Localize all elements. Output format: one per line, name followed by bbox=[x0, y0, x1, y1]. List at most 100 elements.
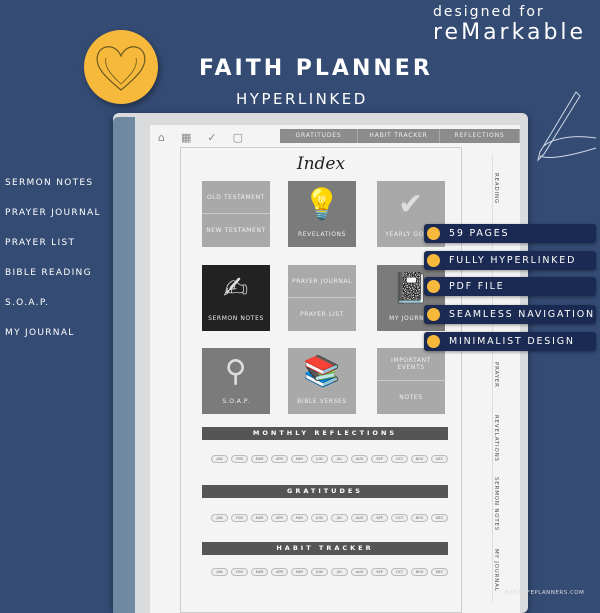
side-tab[interactable]: MY JOURNAL bbox=[492, 537, 499, 603]
feature-text: MINIMALIST DESIGN bbox=[449, 336, 575, 347]
writing-hand-icon bbox=[537, 91, 597, 162]
month-button[interactable]: MAR bbox=[251, 455, 268, 463]
side-tab[interactable]: READING bbox=[492, 155, 499, 221]
side-tab[interactable]: REVELATIONS bbox=[492, 405, 499, 471]
link-prayer-list[interactable]: PRAYER LIST bbox=[288, 298, 356, 331]
tab-reflections[interactable]: REFLECTIONS bbox=[440, 129, 520, 143]
month-button[interactable]: MAY bbox=[291, 455, 308, 463]
nav-item: BIBLE READING bbox=[5, 268, 92, 278]
link-notes[interactable]: NOTES bbox=[377, 381, 445, 414]
month-button[interactable]: DEC bbox=[431, 455, 448, 463]
month-button[interactable]: JAN bbox=[211, 514, 228, 522]
bullet-icon bbox=[427, 335, 440, 348]
feature-text: PDF FILE bbox=[449, 281, 505, 292]
index-page: Index OLD TESTAMENT NEW TESTAMENT 💡 REVE… bbox=[180, 147, 462, 613]
month-button[interactable]: DEC bbox=[431, 514, 448, 522]
side-tab[interactable]: SERMON NOTES bbox=[492, 471, 499, 537]
nav-item: PRAYER LIST bbox=[5, 238, 76, 248]
month-button[interactable]: JUL bbox=[331, 455, 348, 463]
months-row: JAN FEB MAR APR MAY JUN JUL AUG SEP OCT NOV DEC bbox=[211, 455, 448, 463]
device-strip bbox=[113, 117, 135, 613]
side-tabs: READING PRAYER REVELATIONS SERMON NOTES … bbox=[492, 155, 508, 603]
month-button[interactable]: OCT bbox=[391, 568, 408, 576]
month-button[interactable]: NOV bbox=[411, 514, 428, 522]
books-icon: 📚 bbox=[303, 354, 341, 389]
month-button[interactable]: JUN bbox=[311, 514, 328, 522]
feature-text: SEAMLESS NAVIGATION bbox=[449, 309, 595, 320]
month-button[interactable]: NOV bbox=[411, 568, 428, 576]
month-button[interactable]: JUN bbox=[311, 455, 328, 463]
feature-badge: MINIMALIST DESIGN bbox=[424, 332, 596, 351]
tile-events: IMPORTANT EVENTS NOTES bbox=[377, 348, 445, 414]
tile-soap[interactable]: ⚲ S.O.A.P. bbox=[202, 348, 270, 414]
month-button[interactable]: SEP bbox=[371, 568, 388, 576]
feature-badge: FULLY HYPERLINKED bbox=[424, 251, 596, 270]
month-button[interactable]: JUL bbox=[331, 514, 348, 522]
month-button[interactable]: AUG bbox=[351, 455, 368, 463]
month-button[interactable]: OCT bbox=[391, 455, 408, 463]
notebook-icon[interactable]: ▢ bbox=[233, 131, 243, 144]
month-button[interactable]: DEC bbox=[431, 568, 448, 576]
month-button[interactable]: SEP bbox=[371, 514, 388, 522]
page-subtitle: HYPERLINKED bbox=[236, 90, 368, 108]
month-button[interactable]: JAN bbox=[211, 455, 228, 463]
side-tab[interactable]: PRAYER bbox=[492, 345, 499, 405]
section-monthly-reflections: MONTHLY REFLECTIONS bbox=[202, 427, 448, 440]
nav-item: SERMON NOTES bbox=[5, 178, 94, 188]
month-button[interactable]: APR bbox=[271, 568, 288, 576]
month-button[interactable]: APR bbox=[271, 514, 288, 522]
bullet-icon bbox=[427, 280, 440, 293]
magnifier-icon: ⚲ bbox=[224, 354, 248, 389]
month-button[interactable]: MAR bbox=[251, 568, 268, 576]
nav-item: S.O.A.P. bbox=[5, 298, 50, 308]
tile-label: SERMON NOTES bbox=[208, 315, 264, 322]
month-button[interactable]: AUG bbox=[351, 514, 368, 522]
month-button[interactable]: MAY bbox=[291, 568, 308, 576]
tile-sermon-notes[interactable]: ✍ SERMON NOTES bbox=[202, 265, 270, 331]
month-button[interactable]: NOV bbox=[411, 455, 428, 463]
link-important-events[interactable]: IMPORTANT EVENTS bbox=[377, 348, 445, 381]
month-button[interactable]: OCT bbox=[391, 514, 408, 522]
feature-badge: SEAMLESS NAVIGATION bbox=[424, 305, 596, 324]
tile-testaments: OLD TESTAMENT NEW TESTAMENT bbox=[202, 181, 270, 247]
month-button[interactable]: SEP bbox=[371, 455, 388, 463]
brand-name: reMarkable bbox=[433, 20, 587, 45]
month-button[interactable]: AUG bbox=[351, 568, 368, 576]
month-button[interactable]: JUN bbox=[311, 568, 328, 576]
feature-text: FULLY HYPERLINKED bbox=[449, 255, 577, 266]
home-icon[interactable]: ⌂ bbox=[158, 131, 165, 144]
lightbulb-icon: 💡 bbox=[303, 187, 341, 222]
check-circle-icon: ✔ bbox=[398, 187, 424, 222]
tile-prayer: PRAYER JOURNAL PRAYER LIST bbox=[288, 265, 356, 331]
month-button[interactable]: MAR bbox=[251, 514, 268, 522]
month-button[interactable]: APR bbox=[271, 455, 288, 463]
tile-label: S.O.A.P. bbox=[222, 398, 250, 405]
link-new-testament[interactable]: NEW TESTAMENT bbox=[202, 214, 270, 247]
section-gratitudes: GRATITUDES bbox=[202, 485, 448, 498]
tab-habit-tracker[interactable]: HABIT TRACKER bbox=[358, 129, 440, 143]
tablet-device: ⌂ ▦ ✓ ▢ GRATITUDES HABIT TRACKER REFLECT… bbox=[113, 113, 528, 613]
link-old-testament[interactable]: OLD TESTAMENT bbox=[202, 181, 270, 214]
month-button[interactable]: JUL bbox=[331, 568, 348, 576]
month-button[interactable]: JAN bbox=[211, 568, 228, 576]
calendar-icon[interactable]: ▦ bbox=[181, 131, 191, 144]
tile-bible-verses[interactable]: 📚 BIBLE VERSES bbox=[288, 348, 356, 414]
check-icon[interactable]: ✓ bbox=[207, 131, 216, 144]
section-habit-tracker: HABIT TRACKER bbox=[202, 542, 448, 555]
writing-hand-icon: ✍ bbox=[223, 271, 249, 306]
link-prayer-journal[interactable]: PRAYER JOURNAL bbox=[288, 265, 356, 298]
months-row: JAN FEB MAR APR MAY JUN JUL AUG SEP OCT NOV DEC bbox=[211, 568, 448, 576]
page-title: FAITH PLANNER bbox=[199, 56, 433, 81]
nav-item: MY JOURNAL bbox=[5, 328, 75, 338]
index-title: Index bbox=[296, 154, 346, 174]
month-button[interactable]: FEB bbox=[231, 514, 248, 522]
feature-badge: PDF FILE bbox=[424, 277, 596, 296]
tile-revelations[interactable]: 💡 REVELATIONS bbox=[288, 181, 356, 247]
nav-item: PRAYER JOURNAL bbox=[5, 208, 101, 218]
heart-logo-icon bbox=[84, 30, 158, 104]
month-button[interactable]: MAY bbox=[291, 514, 308, 522]
tab-gratitudes[interactable]: GRATITUDES bbox=[280, 129, 358, 143]
month-button[interactable]: FEB bbox=[231, 568, 248, 576]
month-button[interactable]: FEB bbox=[231, 455, 248, 463]
bullet-icon bbox=[427, 254, 440, 267]
